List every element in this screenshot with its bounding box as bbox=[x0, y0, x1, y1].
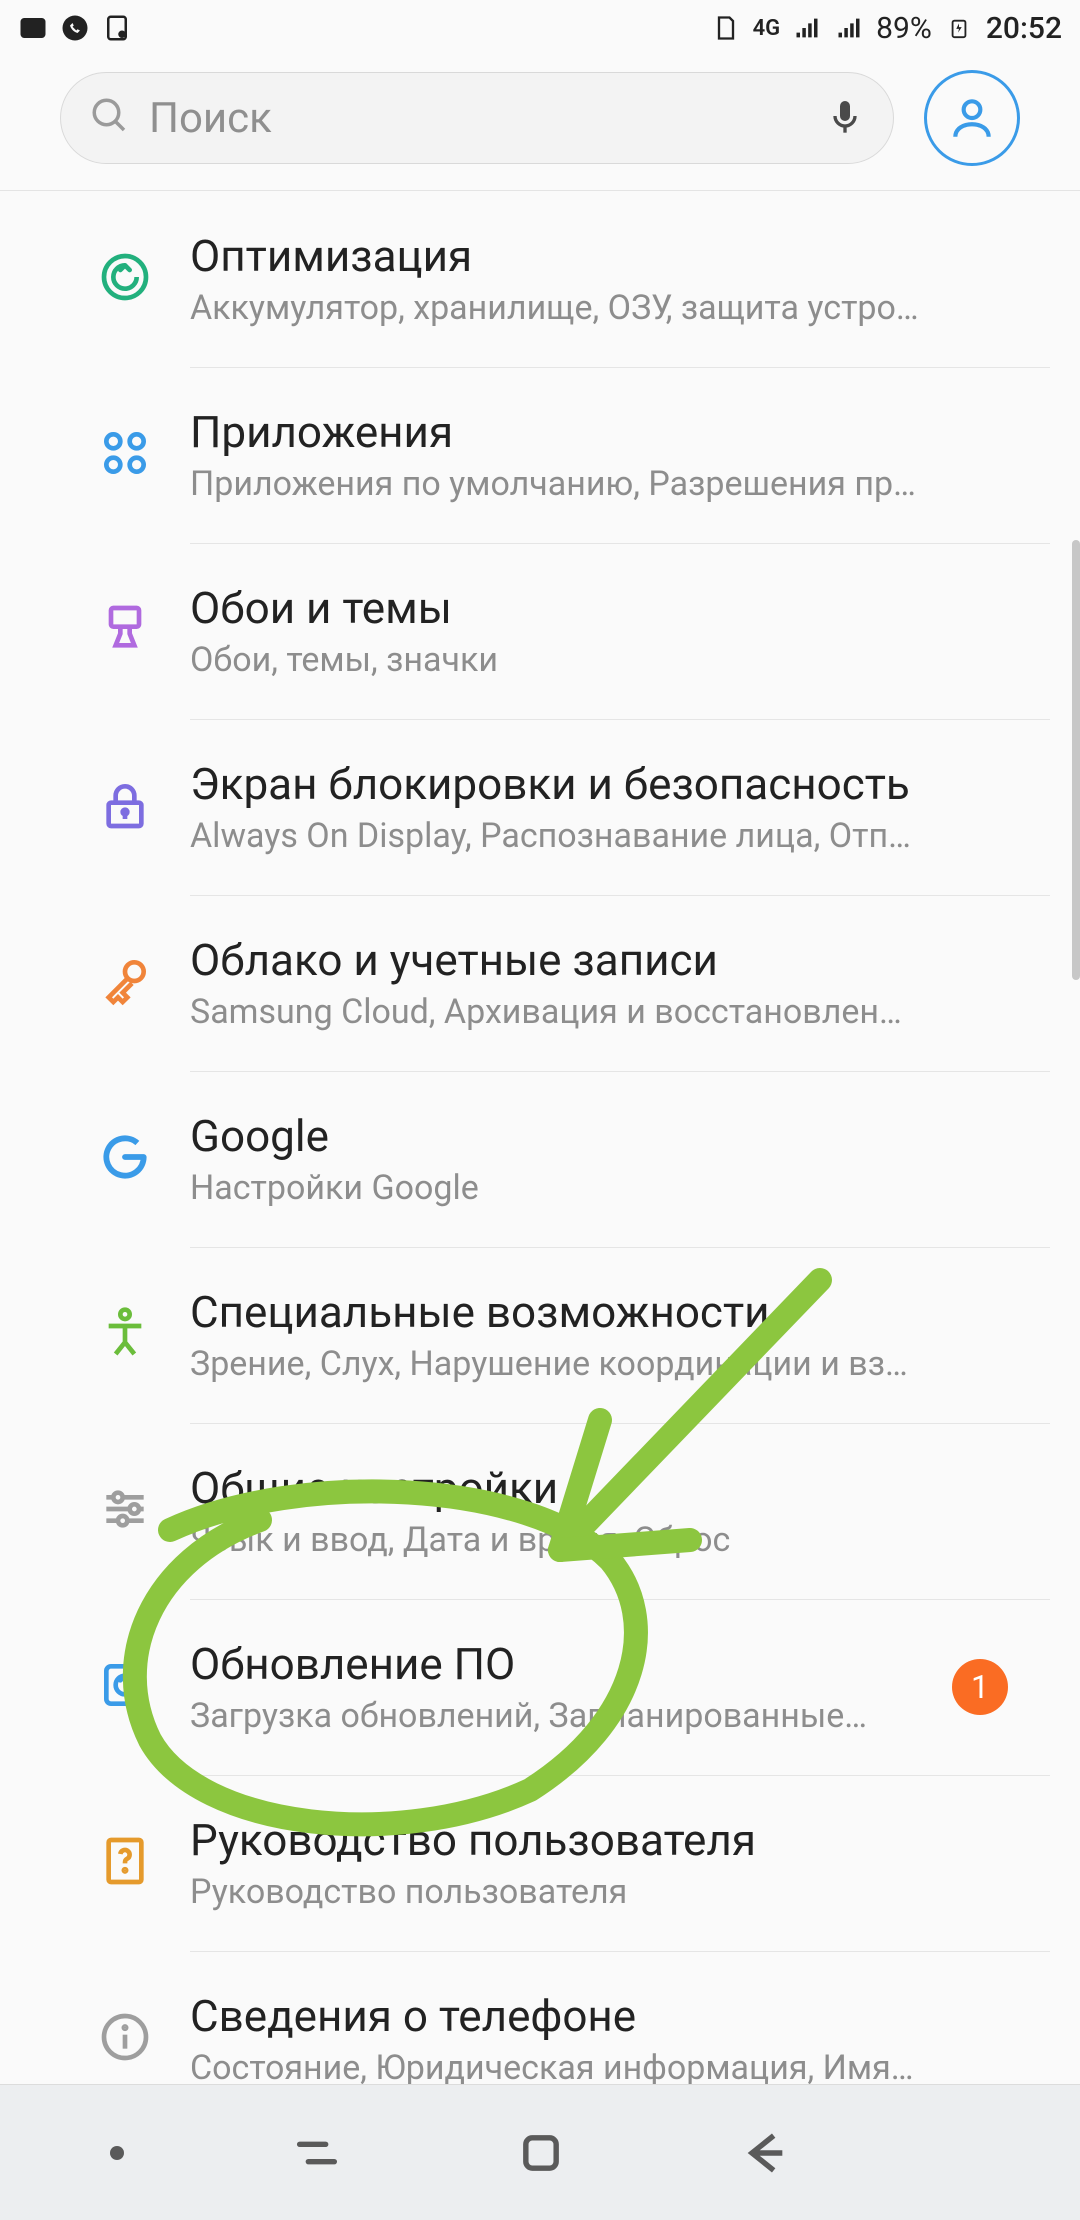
search-icon bbox=[89, 95, 131, 141]
lock-icon bbox=[97, 777, 153, 837]
info-circle-icon bbox=[97, 2009, 153, 2069]
navigation-bar bbox=[0, 2084, 1080, 2220]
item-subtitle: Приложения по умолчанию, Разрешения прил… bbox=[190, 464, 920, 504]
nav-back-button[interactable] bbox=[735, 2123, 795, 2183]
settings-item-apps[interactable]: Приложения Приложения по умолчанию, Разр… bbox=[0, 367, 1080, 543]
person-icon bbox=[97, 1305, 153, 1365]
profile-button[interactable] bbox=[924, 70, 1020, 166]
settings-item-accessibility[interactable]: Специальные возможности Зрение, Слух, На… bbox=[0, 1247, 1080, 1423]
settings-item-lockscreen[interactable]: Экран блокировки и безопасность Always O… bbox=[0, 719, 1080, 895]
search-placeholder: Поиск bbox=[149, 94, 807, 143]
item-title: Экран блокировки и безопасность bbox=[190, 758, 920, 810]
status-bar: 4G 89% 20:52 bbox=[0, 0, 1080, 56]
item-title: Сведения о телефоне bbox=[190, 1990, 920, 2042]
item-subtitle: Загрузка обновлений, Запланированные… bbox=[190, 1696, 920, 1736]
item-title: Приложения bbox=[190, 406, 920, 458]
nav-home-button[interactable] bbox=[511, 2123, 571, 2183]
settings-header: Поиск bbox=[0, 56, 1080, 191]
network-type: 4G bbox=[753, 16, 781, 41]
item-subtitle: Язык и ввод, Дата и время, Сброс bbox=[190, 1520, 920, 1560]
settings-item-optimization[interactable]: Оптимизация Аккумулятор, хранилище, ОЗУ,… bbox=[0, 191, 1080, 367]
status-left bbox=[18, 13, 132, 43]
wifi-calling-icon bbox=[18, 13, 48, 43]
item-title: Обновление ПО bbox=[190, 1638, 920, 1690]
scrollbar[interactable] bbox=[1072, 540, 1080, 980]
search-input[interactable]: Поиск bbox=[60, 72, 894, 164]
item-subtitle: Always On Display, Распознавание лица, О… bbox=[190, 816, 920, 856]
settings-item-user-manual[interactable]: Руководство пользователя Руководство пол… bbox=[0, 1775, 1080, 1951]
update-badge: 1 bbox=[952, 1659, 1008, 1715]
settings-item-software-update[interactable]: Обновление ПО Загрузка обновлений, Запла… bbox=[0, 1599, 1080, 1775]
sliders-icon bbox=[97, 1481, 153, 1541]
item-title: Руководство пользователя bbox=[190, 1814, 920, 1866]
settings-item-general[interactable]: Общие настройки Язык и ввод, Дата и врем… bbox=[0, 1423, 1080, 1599]
item-subtitle: Руководство пользователя bbox=[190, 1872, 920, 1912]
update-box-icon bbox=[97, 1657, 153, 1717]
sim-icon bbox=[102, 13, 132, 43]
item-subtitle: Samsung Cloud, Архивация и восстановлени… bbox=[190, 992, 920, 1032]
item-title: Обои и темы bbox=[190, 582, 920, 634]
status-right: 4G 89% 20:52 bbox=[711, 11, 1062, 46]
nav-recents-button[interactable] bbox=[287, 2123, 347, 2183]
key-icon bbox=[97, 953, 153, 1013]
signal-1-icon bbox=[792, 13, 822, 43]
item-subtitle: Настройки Google bbox=[190, 1168, 920, 1208]
settings-item-google[interactable]: Google Настройки Google bbox=[0, 1071, 1080, 1247]
settings-item-wallpapers[interactable]: Обои и темы Обои, темы, значки bbox=[0, 543, 1080, 719]
apps-grid-icon bbox=[97, 425, 153, 485]
item-subtitle: Состояние, Юридическая информация, Имя у… bbox=[190, 2048, 920, 2088]
google-g-icon bbox=[97, 1129, 153, 1189]
clock: 20:52 bbox=[986, 11, 1062, 46]
item-subtitle: Аккумулятор, хранилище, ОЗУ, защита устр… bbox=[190, 288, 920, 328]
sd-card-icon bbox=[711, 13, 741, 43]
refresh-circle-icon bbox=[97, 249, 153, 309]
battery-percent: 89% bbox=[876, 11, 932, 46]
settings-item-cloud-accounts[interactable]: Облако и учетные записи Samsung Cloud, А… bbox=[0, 895, 1080, 1071]
help-book-icon bbox=[97, 1833, 153, 1893]
mic-icon[interactable] bbox=[825, 96, 865, 140]
item-subtitle: Зрение, Слух, Нарушение координации и вз… bbox=[190, 1344, 920, 1384]
signal-2-icon bbox=[834, 13, 864, 43]
item-title: Оптимизация bbox=[190, 230, 920, 282]
nav-dot-icon bbox=[110, 2146, 124, 2160]
item-subtitle: Обои, темы, значки bbox=[190, 640, 920, 680]
item-title: Google bbox=[190, 1110, 920, 1162]
settings-list: Оптимизация Аккумулятор, хранилище, ОЗУ,… bbox=[0, 191, 1080, 2127]
item-title: Общие настройки bbox=[190, 1462, 920, 1514]
brush-icon bbox=[97, 601, 153, 661]
item-title: Специальные возможности bbox=[190, 1286, 920, 1338]
call-icon bbox=[60, 13, 90, 43]
battery-charging-icon bbox=[944, 13, 974, 43]
item-title: Облако и учетные записи bbox=[190, 934, 920, 986]
